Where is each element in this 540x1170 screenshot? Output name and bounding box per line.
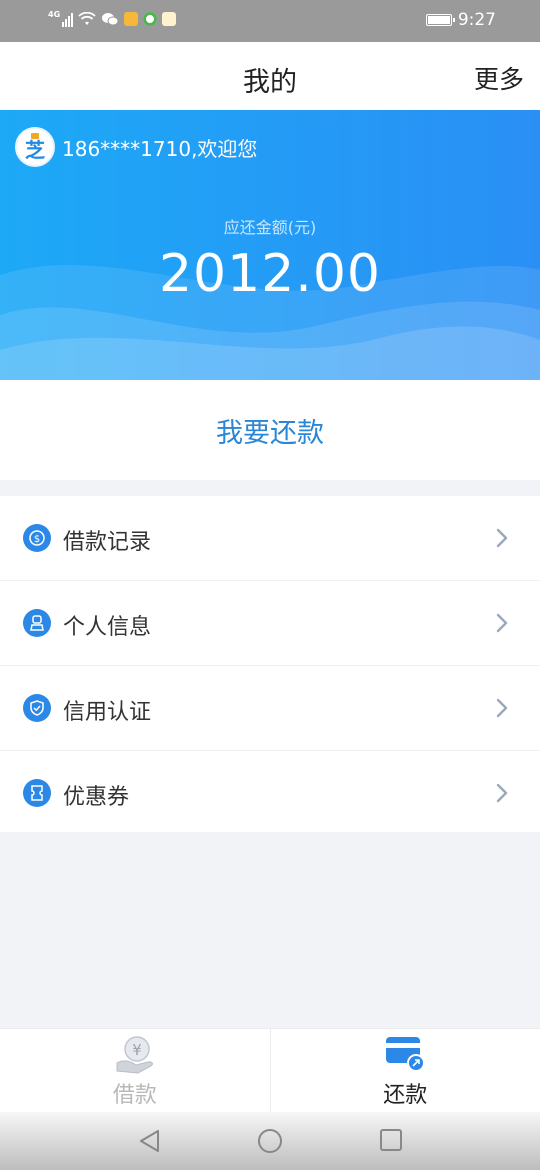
page-title: 我的 <box>243 67 297 98</box>
status-icons-right: 9:27 <box>425 10 496 30</box>
menu-item-label: 信用认证 <box>63 700 152 725</box>
chevron-right-icon <box>496 528 508 548</box>
svg-text:$: $ <box>34 534 40 545</box>
menu-list: $ 借款记录 个人信息 信用认证 优惠券 <box>0 496 540 832</box>
status-time: 9:27 <box>457 10 496 30</box>
signal-icon <box>62 11 74 27</box>
more-button[interactable]: 更多 <box>474 60 524 96</box>
app-notification-icon <box>143 12 158 26</box>
svg-text:¥: ¥ <box>132 1041 142 1059</box>
tab-label: 借款 <box>112 1083 157 1108</box>
tab-label: 还款 <box>383 1083 428 1108</box>
coupon-icon <box>23 779 51 807</box>
recent-apps-icon[interactable] <box>378 1128 404 1154</box>
menu-item-label: 优惠券 <box>63 785 130 810</box>
system-navigation-bar <box>0 1112 540 1170</box>
card-icon <box>386 1037 426 1072</box>
status-icons-left: 4G <box>48 10 177 27</box>
menu-item-credit-verification[interactable]: 信用认证 <box>0 666 540 751</box>
account-banner: 芝 186****1710,欢迎您 应还金额(元) 2012.00 <box>0 110 540 380</box>
back-icon[interactable] <box>137 1128 163 1154</box>
coin-icon: $ <box>23 524 51 552</box>
sesame-logo-icon: 芝 <box>25 133 45 162</box>
svg-text:芝: 芝 <box>25 138 45 162</box>
tab-repay[interactable]: 还款 <box>269 1029 540 1113</box>
status-bar: 4G 9:27 <box>0 0 540 42</box>
menu-item-coupons[interactable]: 优惠券 <box>0 751 540 835</box>
chevron-right-icon <box>496 698 508 718</box>
battery-icon <box>425 14 455 26</box>
welcome-text: 186****1710,欢迎您 <box>62 137 258 161</box>
wifi-icon <box>78 12 96 25</box>
shield-icon <box>23 694 51 722</box>
person-icon <box>23 609 51 637</box>
wechat-icon <box>102 13 119 26</box>
repay-button[interactable]: 我要还款 <box>0 380 540 480</box>
app-notification-icon <box>162 12 177 26</box>
header: 我的 更多 <box>0 42 540 110</box>
menu-item-personal-info[interactable]: 个人信息 <box>0 581 540 666</box>
app-notification-icon <box>124 12 139 26</box>
bottom-tab-bar: ¥ 借款 还款 <box>0 1028 540 1113</box>
menu-item-loan-records[interactable]: $ 借款记录 <box>0 496 540 581</box>
tab-borrow[interactable]: ¥ 借款 <box>0 1029 270 1113</box>
home-icon[interactable] <box>256 1128 284 1156</box>
chevron-right-icon <box>496 783 508 803</box>
amount-due-value: 2012.00 <box>158 244 382 304</box>
menu-item-label: 个人信息 <box>63 615 152 640</box>
yuan-hand-icon: ¥ <box>116 1036 153 1074</box>
amount-due-label: 应还金额(元) <box>223 218 317 237</box>
chevron-right-icon <box>496 613 508 633</box>
network-type: 4G <box>48 10 61 19</box>
menu-item-label: 借款记录 <box>63 530 152 555</box>
avatar[interactable]: 芝 <box>15 127 55 167</box>
